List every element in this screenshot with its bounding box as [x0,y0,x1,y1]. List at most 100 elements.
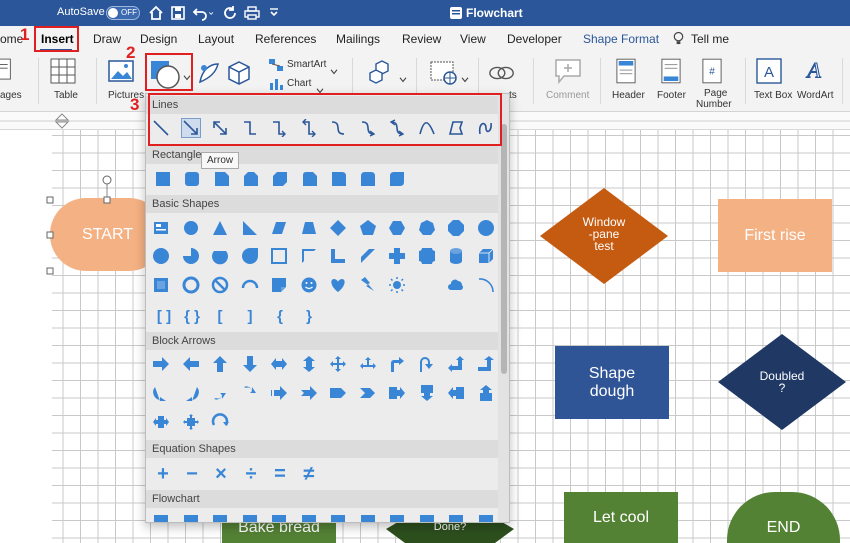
flowchart-shape[interactable] [447,513,465,522]
flowchart-shape[interactable] [182,513,200,522]
left-brace-shape[interactable]: { [270,308,290,325]
trapezoid-shape[interactable] [300,219,318,237]
octagon-shape[interactable] [447,219,465,237]
chart-label[interactable]: Chart [287,78,311,89]
tab-developer[interactable]: Developer [507,32,562,46]
bent-up-arrow-shape[interactable] [477,355,495,373]
table-icon[interactable] [50,58,76,89]
online-video-icon[interactable] [430,60,460,91]
diamond-shape[interactable] [329,219,347,237]
cube-shape[interactable] [477,247,495,265]
not-equal-equation-shape[interactable]: ≠ [299,463,319,486]
left-bracket-shape[interactable]: [ [210,308,230,325]
link-icon[interactable] [488,62,516,89]
cross-shape[interactable] [388,247,406,265]
pie-shape[interactable] [182,247,200,265]
3d-models-icon[interactable] [226,60,252,91]
hexagon-shape[interactable] [388,219,406,237]
smiley-face-shape[interactable] [300,276,318,294]
half-frame-shape[interactable] [300,247,318,265]
bent-arrow-shape[interactable] [388,355,406,373]
frame-shape[interactable] [270,247,288,265]
flowchart-shape[interactable] [329,513,347,522]
flowchart-shape[interactable] [418,513,436,522]
flowchart-shape[interactable] [152,513,170,522]
smartart-label[interactable]: SmartArt [287,59,326,70]
teardrop-shape[interactable] [241,247,259,265]
snip-corner-rectangle-shape[interactable] [213,170,231,188]
sun-shape[interactable] [388,276,406,294]
snip-round-rectangle-shape[interactable] [301,170,319,188]
can-shape[interactable] [447,247,465,265]
left-right-up-arrow-shape[interactable] [359,355,377,373]
footer-icon[interactable] [661,58,681,89]
pentagon-shape[interactable] [359,219,377,237]
right-triangle-shape[interactable] [241,219,259,237]
right-arrow-shape[interactable] [152,355,170,373]
oval-shape[interactable] [182,219,200,237]
folded-corner-shape[interactable] [270,276,288,294]
up-arrow-shape[interactable] [211,355,229,373]
autosave-toggle[interactable]: OFF [106,6,140,20]
smartart-icon[interactable] [268,58,284,77]
no-symbol-shape[interactable] [211,276,229,294]
notched-right-arrow-shape[interactable] [300,384,318,402]
curved-down-arrow-shape[interactable] [241,384,259,402]
flowchart-shape[interactable] [241,513,259,522]
donut-shape[interactable] [182,276,200,294]
round-two-corner-rectangle-shape[interactable] [359,170,377,188]
diagonal-stripe-shape[interactable] [359,247,377,265]
tab-references[interactable]: References [255,32,316,46]
flowchart-shape[interactable] [359,513,377,522]
media-chevron-icon[interactable] [461,70,469,88]
l-shape[interactable] [329,247,347,265]
tab-layout[interactable]: Layout [198,32,234,46]
multiply-equation-shape[interactable]: × [211,463,231,486]
up-arrow-callout-shape[interactable] [477,384,495,402]
undo-icon[interactable] [192,5,208,21]
icons-icon[interactable] [196,60,222,91]
tab-mailings[interactable]: Mailings [336,32,380,46]
flowchart-shape[interactable] [477,513,495,522]
left-arrow-shape[interactable] [182,355,200,373]
tab-view[interactable]: View [460,32,486,46]
chord-shape[interactable] [211,247,229,265]
heptagon-shape[interactable] [418,219,436,237]
round-corner-rectangle-shape[interactable] [330,170,348,188]
wordart-icon[interactable]: A [803,56,827,89]
flowchart-shape[interactable] [270,513,288,522]
first-rise-process-shape[interactable]: First rise [718,199,832,272]
right-arrow-callout-shape[interactable] [388,384,406,402]
add-ins-chevron-icon[interactable] [399,70,407,88]
tab-draw[interactable]: Draw [93,32,121,46]
heart-shape[interactable] [329,276,347,294]
left-arrow-callout-shape[interactable] [447,384,465,402]
tab-shape-format[interactable]: Shape Format [583,32,659,46]
quad-arrow-shape[interactable] [329,355,347,373]
quad-arrow-callout-shape[interactable] [182,413,200,431]
minus-equation-shape[interactable]: − [182,463,202,486]
bevel-shape[interactable] [152,276,170,294]
circular-arrow-shape[interactable] [211,413,229,431]
curved-left-arrow-shape[interactable] [182,384,200,402]
save-icon[interactable] [170,5,186,21]
comment-icon[interactable] [554,58,582,89]
add-ins-icon[interactable] [368,60,398,91]
pages-icon[interactable] [0,58,14,87]
cloud-shape[interactable] [447,276,465,294]
smartart-chevron-icon[interactable] [330,62,338,80]
arc-shape[interactable] [477,276,495,294]
lightning-bolt-shape[interactable] [359,276,377,294]
text-box-shape[interactable] [152,219,170,237]
text-box-icon[interactable]: A [756,58,782,89]
flowchart-shape[interactable] [300,513,318,522]
shape-dough-process-shape[interactable]: Shape dough [555,346,669,419]
down-arrow-shape[interactable] [241,355,259,373]
chevron-arrow-shape[interactable] [359,384,377,402]
curved-right-arrow-shape[interactable] [152,384,170,402]
pictures-icon[interactable] [108,60,136,89]
right-brace-shape[interactable]: } [299,308,319,325]
flowchart-shape[interactable] [211,513,229,522]
rounded-rectangle-shape[interactable] [183,170,201,188]
snip-two-corner-rectangle-shape[interactable] [242,170,260,188]
